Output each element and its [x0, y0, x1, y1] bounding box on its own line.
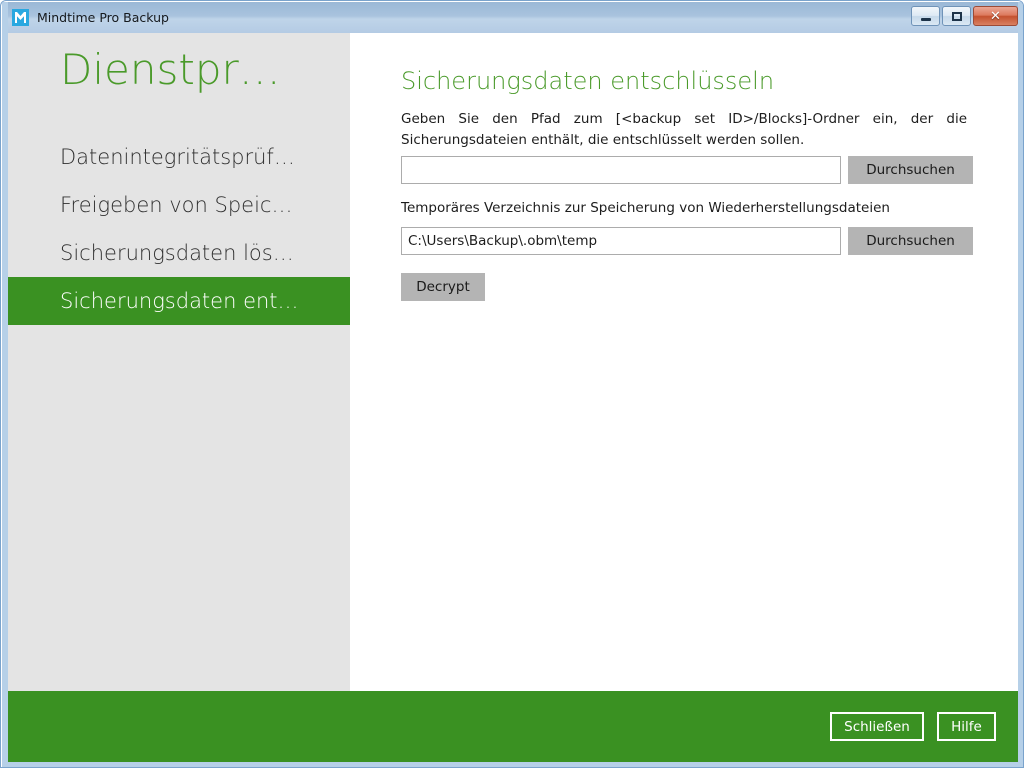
sidebar-item-sicherungsdaten-loeschen[interactable]: Sicherungsdaten lös…	[8, 229, 350, 277]
sidebar-item-label: Sicherungsdaten ent…	[60, 289, 299, 313]
page-title: Sicherungsdaten entschlüsseln	[401, 67, 775, 95]
maximize-button[interactable]	[942, 6, 971, 26]
sidebar-item-sicherungsdaten-entschluesseln[interactable]: Sicherungsdaten ent…	[8, 277, 350, 325]
sidebar-nav: Datenintegritätsprüf… Freigeben von Spei…	[8, 133, 350, 325]
temp-dir-row: Durchsuchen	[401, 227, 973, 255]
blocks-path-row: Durchsuchen	[401, 156, 973, 184]
close-window-button[interactable]: ✕	[973, 6, 1018, 26]
application-window: Mindtime Pro Backup ✕ Dienstpr… Datenint…	[0, 0, 1024, 768]
window-controls: ✕	[911, 6, 1018, 26]
decrypt-button[interactable]: Decrypt	[401, 273, 485, 301]
mindtime-m-logo-icon	[12, 9, 29, 26]
sidebar-item-freigeben-von-speicher[interactable]: Freigeben von Speic…	[8, 181, 350, 229]
blocks-path-input[interactable]	[401, 156, 841, 184]
minimize-icon	[920, 17, 931, 21]
main-content: Sicherungsdaten entschlüsseln Geben Sie …	[350, 33, 1018, 691]
sidebar-item-label: Datenintegritätsprüf…	[60, 145, 295, 169]
close-button[interactable]: Schließen	[830, 712, 924, 741]
browse-blocks-path-button[interactable]: Durchsuchen	[848, 156, 973, 184]
minimize-button[interactable]	[911, 6, 940, 26]
help-button[interactable]: Hilfe	[937, 712, 996, 741]
sidebar: Dienstpr… Datenintegritätsprüf… Freigebe…	[8, 33, 350, 691]
window-title: Mindtime Pro Backup	[37, 10, 169, 25]
browse-temp-dir-button[interactable]: Durchsuchen	[848, 227, 973, 255]
maximize-icon	[951, 11, 962, 21]
page-description: Geben Sie den Pfad zum [<backup set ID>/…	[401, 111, 967, 148]
sidebar-title: Dienstpr…	[60, 45, 281, 94]
temp-dir-input[interactable]	[401, 227, 841, 255]
title-bar[interactable]: Mindtime Pro Backup ✕	[2, 2, 1023, 33]
temp-dir-label: Temporäres Verzeichnis zur Speicherung v…	[401, 200, 890, 216]
sidebar-item-label: Sicherungsdaten lös…	[60, 241, 294, 265]
close-icon: ✕	[990, 8, 1001, 24]
sidebar-item-datenintegritaetspruefung[interactable]: Datenintegritätsprüf…	[8, 133, 350, 181]
footer-bar: Schließen Hilfe	[8, 691, 1018, 762]
sidebar-item-label: Freigeben von Speic…	[60, 193, 293, 217]
window-body: Dienstpr… Datenintegritätsprüf… Freigebe…	[8, 33, 1018, 762]
